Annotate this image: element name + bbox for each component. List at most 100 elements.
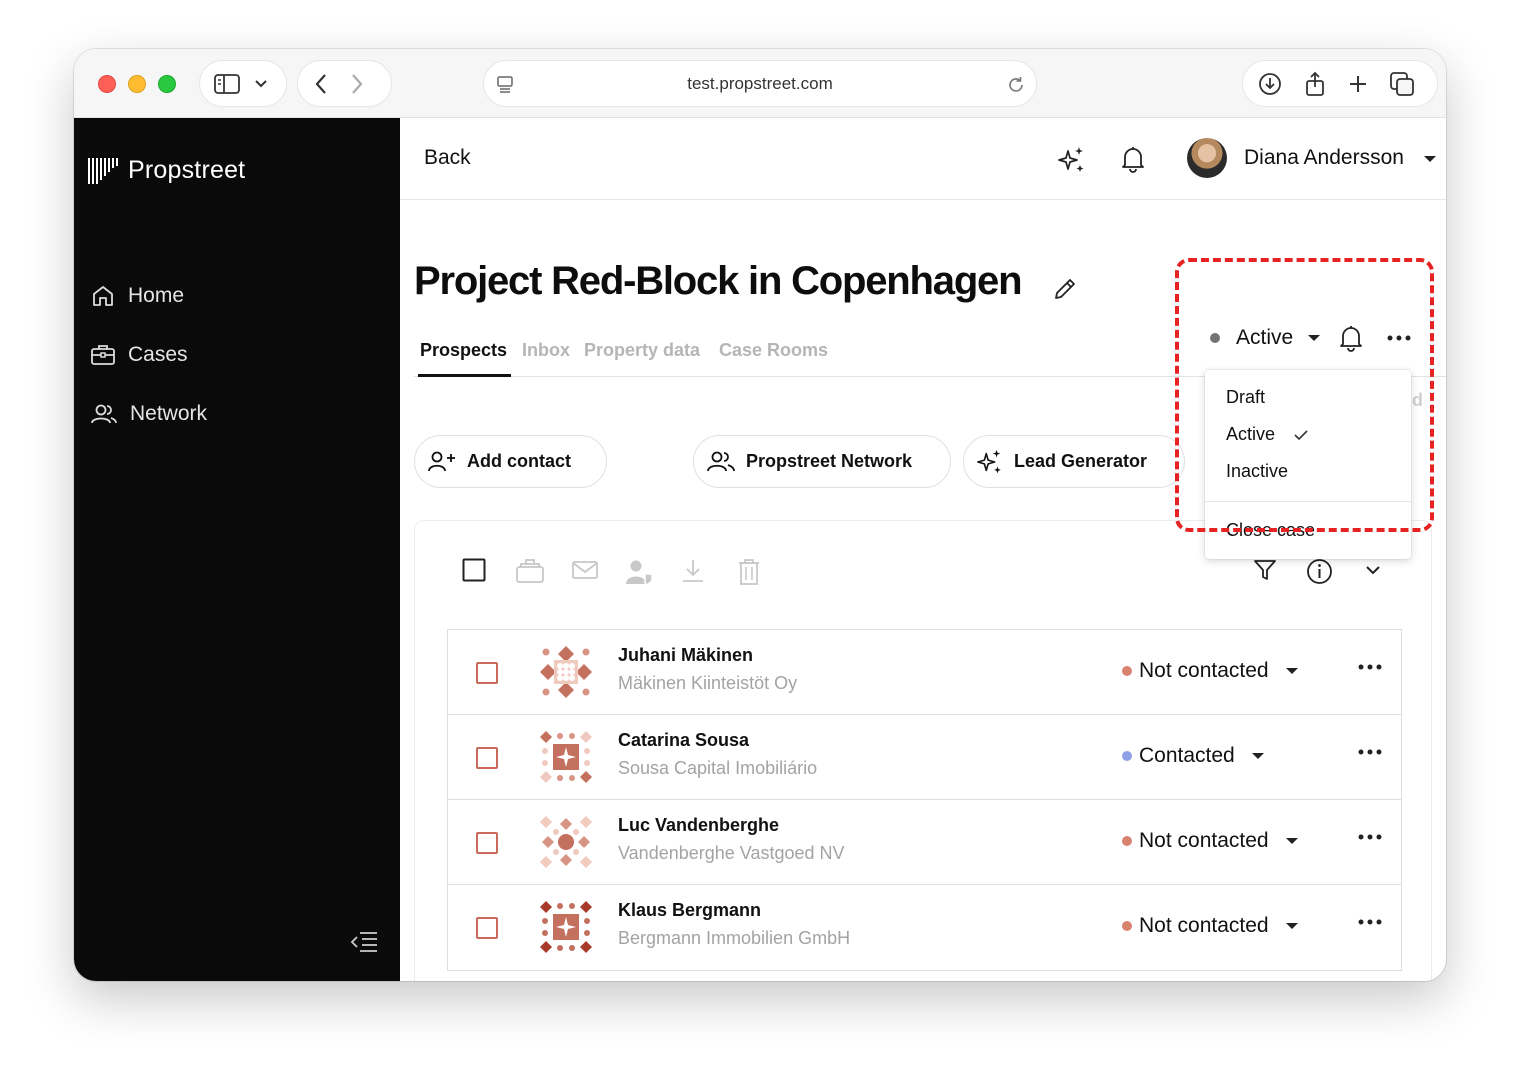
download-icon[interactable] — [681, 558, 705, 584]
user-name[interactable]: Diana Andersson — [1244, 146, 1404, 170]
status-dot — [1122, 666, 1132, 676]
user-avatar[interactable] — [1187, 138, 1227, 178]
sidebar-item-label: Home — [128, 283, 185, 307]
row-checkbox[interactable] — [476, 662, 498, 684]
filter-icon[interactable] — [1253, 558, 1277, 582]
share-icon[interactable] — [1303, 71, 1327, 97]
ai-sparkle-icon[interactable] — [1057, 145, 1087, 175]
collapse-sidebar-icon[interactable] — [350, 930, 378, 952]
chevron-down-icon[interactable] — [1365, 565, 1381, 575]
caret-down-icon — [1285, 838, 1298, 844]
prospects-list: Juhani Mäkinen Mäkinen Kiinteistöt Oy No… — [447, 629, 1402, 971]
row-more-options-icon[interactable] — [1358, 749, 1382, 755]
row-checkbox[interactable] — [476, 747, 498, 769]
site-settings-icon[interactable] — [496, 75, 514, 93]
prospect-row[interactable]: Luc Vandenberghe Vandenberghe Vastgoed N… — [448, 800, 1401, 885]
browser-window: test.propstreet.com Propstreet Home Case… — [74, 49, 1446, 981]
add-person-icon — [428, 451, 455, 471]
forward-arrow-icon[interactable] — [350, 73, 364, 95]
row-more-options-icon[interactable] — [1358, 664, 1382, 670]
tab-prospects[interactable]: Prospects — [420, 340, 507, 361]
minimize-window-button[interactable] — [128, 75, 146, 93]
status-dot — [1122, 921, 1132, 931]
address-bar[interactable]: test.propstreet.com — [483, 60, 1037, 107]
email-icon[interactable] — [571, 558, 599, 582]
prospect-status-label: Not contacted — [1139, 914, 1269, 937]
sidebar-item-label: Network — [130, 401, 208, 425]
close-case-option[interactable]: Close case — [1226, 520, 1315, 541]
url-text: test.propstreet.com — [687, 73, 833, 93]
sidebar-nav: Home Cases Network — [90, 266, 207, 443]
caret-down-icon[interactable] — [1423, 154, 1437, 164]
prospect-name[interactable]: Juhani Mäkinen — [618, 645, 753, 666]
people-icon — [91, 404, 117, 423]
status-option-label: Inactive — [1226, 461, 1289, 481]
trash-icon[interactable] — [737, 558, 761, 586]
menu-divider — [1205, 501, 1411, 502]
checkmark-icon — [1294, 429, 1308, 440]
tab-overview-icon[interactable] — [1389, 71, 1415, 97]
company-logo-icon — [540, 901, 592, 953]
prospect-row[interactable]: Catarina Sousa Sousa Capital Imobiliário… — [448, 715, 1401, 800]
brand-mark-icon — [88, 157, 118, 184]
prospect-name[interactable]: Catarina Sousa — [618, 730, 749, 751]
new-tab-icon[interactable] — [1347, 73, 1369, 95]
status-option-label: Active — [1226, 424, 1276, 444]
home-icon — [93, 285, 113, 306]
status-option-inactive[interactable]: Inactive — [1226, 461, 1288, 482]
prospect-row[interactable]: Juhani Mäkinen Mäkinen Kiinteistöt Oy No… — [448, 630, 1401, 715]
edit-pencil-icon[interactable] — [1052, 276, 1078, 302]
add-contact-button[interactable]: Add contact — [414, 435, 607, 488]
status-option-label: Draft — [1226, 387, 1266, 407]
info-icon[interactable] — [1306, 558, 1333, 585]
lead-generator-button[interactable]: Lead Generator — [963, 435, 1185, 488]
app-sidebar: Propstreet Home Cases Network — [74, 118, 400, 981]
active-tab-indicator — [418, 374, 511, 377]
prospect-status-select[interactable]: Not contacted — [1122, 659, 1299, 683]
chevron-down-icon[interactable] — [254, 79, 268, 89]
status-option-draft[interactable]: Draft — [1226, 387, 1265, 408]
sidebar-item-home[interactable]: Home — [90, 266, 207, 325]
download-icon[interactable] — [1257, 71, 1283, 97]
sidebar-toggle-icon[interactable] — [214, 73, 240, 94]
close-window-button[interactable] — [98, 75, 116, 93]
prospect-status-select[interactable]: Contacted — [1122, 744, 1265, 768]
row-more-options-icon[interactable] — [1358, 919, 1382, 925]
zoom-window-button[interactable] — [158, 75, 176, 93]
caret-down-icon — [1285, 668, 1298, 674]
company-logo-icon — [540, 731, 592, 783]
propstreet-network-button[interactable]: Propstreet Network — [693, 435, 951, 488]
prospect-status-select[interactable]: Not contacted — [1122, 914, 1299, 938]
close-case-label: Close case — [1226, 520, 1316, 540]
tab-case-rooms[interactable]: Case Rooms — [719, 340, 828, 361]
browser-actions — [1242, 60, 1438, 107]
brand-logo[interactable]: Propstreet — [88, 156, 245, 185]
row-more-options-icon[interactable] — [1358, 834, 1382, 840]
prospect-name[interactable]: Luc Vandenberghe — [618, 815, 779, 836]
caret-down-icon — [1285, 923, 1298, 929]
prospect-name[interactable]: Klaus Bergmann — [618, 900, 761, 921]
assign-person-icon[interactable] — [625, 558, 655, 586]
main-content: Back Diana Andersson Project Red-Block i… — [400, 118, 1446, 981]
back-arrow-icon[interactable] — [314, 73, 328, 95]
prospect-row[interactable]: Klaus Bergmann Bergmann Immobilien GmbH … — [448, 885, 1401, 970]
select-all-checkbox[interactable] — [462, 558, 486, 582]
row-checkbox[interactable] — [476, 917, 498, 939]
prospect-status-select[interactable]: Not contacted — [1122, 829, 1299, 853]
prospects-panel: Juhani Mäkinen Mäkinen Kiinteistöt Oy No… — [414, 520, 1432, 981]
notifications-bell-icon[interactable] — [1120, 145, 1146, 173]
sidebar-toggle-group[interactable] — [199, 60, 287, 107]
add-contact-label: Add contact — [467, 451, 572, 471]
tab-inbox[interactable]: Inbox — [522, 340, 570, 361]
briefcase-icon[interactable] — [515, 558, 545, 584]
sidebar-item-cases[interactable]: Cases — [90, 325, 207, 384]
browser-toolbar: test.propstreet.com — [74, 49, 1446, 118]
sidebar-item-network[interactable]: Network — [90, 384, 207, 443]
sparkle-icon — [977, 449, 1001, 473]
prospect-status-label: Not contacted — [1139, 829, 1269, 852]
status-option-active[interactable]: Active — [1226, 424, 1309, 445]
row-checkbox[interactable] — [476, 832, 498, 854]
reload-icon[interactable] — [1006, 75, 1026, 95]
back-link[interactable]: Back — [424, 146, 471, 170]
tab-property-data[interactable]: Property data — [584, 340, 700, 361]
